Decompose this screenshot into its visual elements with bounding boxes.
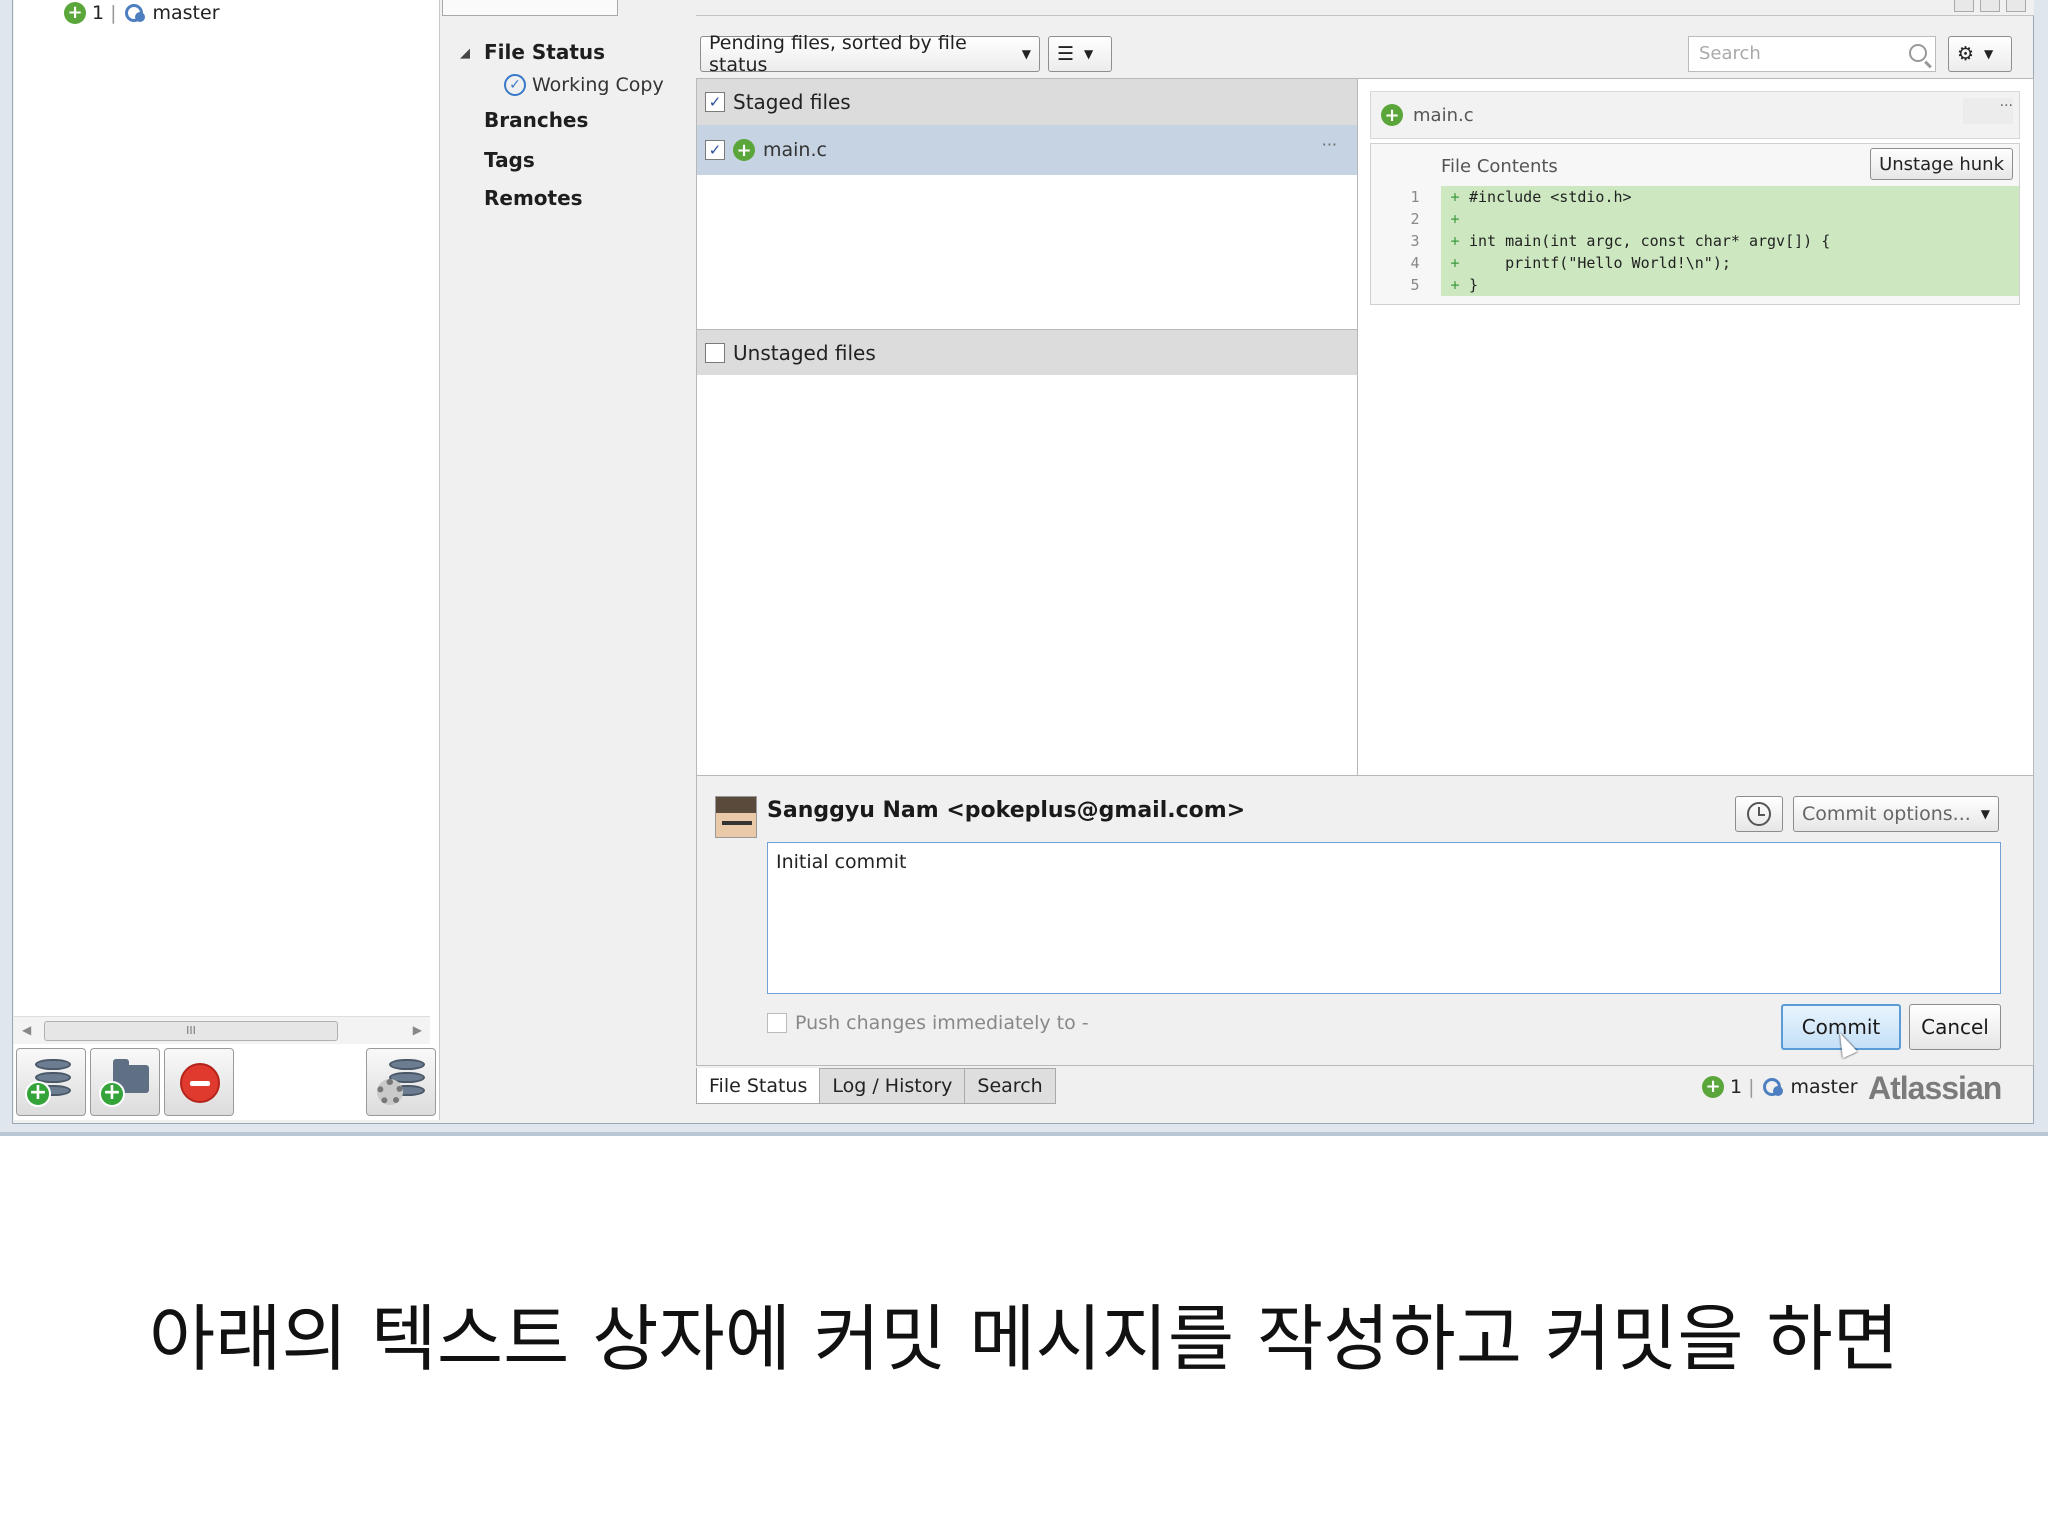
repository-settings-button[interactable]: [366, 1048, 436, 1116]
tab-log-history[interactable]: Log / History: [819, 1068, 966, 1104]
sidebar-item-branches[interactable]: Branches: [484, 108, 588, 132]
sidebar-tree: ◢ File Status ✓ Working Copy Branches Ta…: [440, 0, 696, 1120]
file-checkbox[interactable]: ✓: [705, 140, 725, 160]
diff-more-icon[interactable]: ···: [1963, 98, 2013, 124]
bottom-tabs: File Status Log / History Search: [696, 1068, 1056, 1104]
file-name: main.c: [763, 139, 827, 161]
file-list-pane: ✓ Staged files ✓ + main.c ··· Unstaged f…: [696, 78, 1358, 776]
separator: |: [110, 2, 117, 24]
staged-all-checkbox[interactable]: ✓: [705, 92, 725, 112]
chevron-down-icon: ▼: [1980, 807, 1990, 821]
list-style-dropdown[interactable]: ☰ ▼: [1048, 36, 1112, 72]
footer-branch: master: [1790, 1076, 1858, 1098]
horizontal-scrollbar[interactable]: ◀ III ▶: [14, 1016, 430, 1044]
remove-icon: [180, 1063, 220, 1103]
unstaged-all-checkbox[interactable]: [705, 342, 725, 363]
working-copy-label: Working Copy: [532, 74, 664, 96]
unstage-hunk-button[interactable]: Unstage hunk: [1870, 148, 2013, 180]
search-placeholder: Search: [1699, 43, 1761, 64]
diff-pane: + main.c ··· File Contents Unstage hunk …: [1358, 78, 2034, 776]
settings-dropdown[interactable]: ⚙ ▼: [1948, 36, 2012, 72]
window-control-icon[interactable]: [2006, 0, 2026, 12]
diff-hunk: File Contents Unstage hunk 1 + #include <s…: [1370, 143, 2020, 305]
unstaged-files-header[interactable]: Unstaged files: [697, 329, 1357, 375]
chevron-down-icon: ▼: [1021, 47, 1031, 61]
chevron-down-icon: ▼: [1084, 47, 1094, 61]
footer-count: 1: [1730, 1076, 1743, 1098]
diff-line: 2 +: [1371, 208, 2019, 230]
branch-icon: [1761, 1076, 1785, 1098]
diff-line: 5 +}: [1371, 274, 2019, 296]
search-input[interactable]: Search: [1688, 36, 1936, 72]
history-button[interactable]: [1735, 796, 1783, 832]
check-circle-icon: ✓: [504, 74, 526, 96]
scroll-right-arrow-icon[interactable]: ▶: [413, 1023, 422, 1037]
pending-plus-icon: +: [1702, 1076, 1724, 1098]
file-toolbar: Pending files, sorted by file status ▼ ☰…: [696, 28, 2034, 78]
sidebar-item-remotes[interactable]: Remotes: [484, 186, 583, 210]
push-option[interactable]: Push changes immediately to -: [767, 1012, 1089, 1034]
nav-forward-icon[interactable]: [1980, 0, 2000, 12]
staged-files-label: Staged files: [733, 90, 851, 114]
commit-options-label: Commit options...: [1802, 803, 1971, 825]
atlassian-logo: Atlassian: [1868, 1070, 2002, 1106]
commit-panel: Sanggyu Nam <pokeplus@gmail.com> Commit …: [696, 776, 2034, 1066]
view-mode-dropdown[interactable]: Pending files, sorted by file status ▼: [700, 32, 1040, 76]
collapse-triangle-icon[interactable]: ◢: [460, 46, 470, 61]
sidebar-item-working-copy[interactable]: ✓ Working Copy: [504, 74, 664, 96]
branch-name: master: [152, 2, 220, 24]
plus-icon: +: [99, 1081, 125, 1107]
search-icon: [1909, 44, 1927, 62]
list-icon: ☰: [1057, 43, 1075, 65]
commit-author: Sanggyu Nam <pokeplus@gmail.com>: [767, 798, 1246, 823]
sourcetree-window: + 1 | master ◀ III ▶ + + ◢ File Status ✓…: [0, 0, 2048, 1136]
pending-count: 1: [92, 2, 105, 24]
avatar: [715, 796, 757, 838]
diff-line: 4 + printf("Hello World!\n");: [1371, 252, 2019, 274]
unstaged-files-label: Unstaged files: [733, 340, 876, 365]
add-repository-button[interactable]: +: [16, 1048, 86, 1116]
scrollbar-thumb[interactable]: III: [44, 1021, 338, 1041]
remove-repository-button[interactable]: [164, 1048, 234, 1116]
scroll-left-arrow-icon[interactable]: ◀: [22, 1023, 31, 1037]
footer-status: + 1 | master: [1702, 1076, 1858, 1098]
tab-strip-fragment: [440, 0, 696, 18]
branch-icon: [123, 2, 147, 24]
added-file-icon: +: [733, 139, 755, 161]
pending-plus-icon: +: [64, 2, 86, 24]
gear-icon: ⚙: [1957, 43, 1975, 65]
repo-status[interactable]: + 1 | master: [64, 0, 220, 26]
gear-icon: [377, 1079, 403, 1105]
chevron-down-icon: ▼: [1984, 47, 1994, 61]
cancel-button[interactable]: Cancel: [1909, 1004, 2001, 1050]
hunk-title: File Contents: [1441, 156, 1558, 177]
clock-icon: [1747, 802, 1771, 826]
added-file-icon: +: [1381, 104, 1403, 126]
diff-file-header: + main.c ···: [1370, 91, 2020, 139]
repository-list-panel: + 1 | master: [14, 0, 440, 1120]
diff-line: 3 + int main(int argc, const char* argv[])…: [1371, 230, 2019, 252]
staged-file-row[interactable]: ✓ + main.c ···: [697, 125, 1357, 175]
add-folder-button[interactable]: +: [90, 1048, 160, 1116]
push-label: Push changes immediately to -: [795, 1012, 1089, 1034]
video-caption: 아래의 텍스트 상자에 커밋 메시지를 작성하고 커밋을 하면: [149, 1297, 1899, 1381]
top-strip: [696, 0, 2034, 16]
sidebar-item-tags[interactable]: Tags: [484, 148, 535, 172]
tab-file-status[interactable]: File Status: [696, 1068, 821, 1104]
view-mode-label: Pending files, sorted by file status: [709, 32, 967, 76]
commit-options-dropdown[interactable]: Commit options... ▼: [1793, 796, 1999, 832]
staged-files-header[interactable]: ✓ Staged files: [697, 79, 1357, 125]
plus-icon: +: [25, 1081, 51, 1107]
main-area: Pending files, sorted by file status ▼ ☰…: [696, 0, 2034, 1120]
diff-file-name: main.c: [1413, 104, 1474, 126]
separator: |: [1748, 1076, 1755, 1098]
sidebar-item-file-status[interactable]: File Status: [484, 40, 605, 64]
commit-message-input[interactable]: Initial commit: [767, 842, 2001, 994]
nav-back-icon[interactable]: [1954, 0, 1974, 12]
file-more-icon[interactable]: ···: [1322, 135, 1337, 154]
tab-search[interactable]: Search: [964, 1068, 1056, 1104]
push-checkbox[interactable]: [767, 1013, 787, 1033]
diff-line: 1 + #include <stdio.h>: [1371, 186, 2019, 208]
